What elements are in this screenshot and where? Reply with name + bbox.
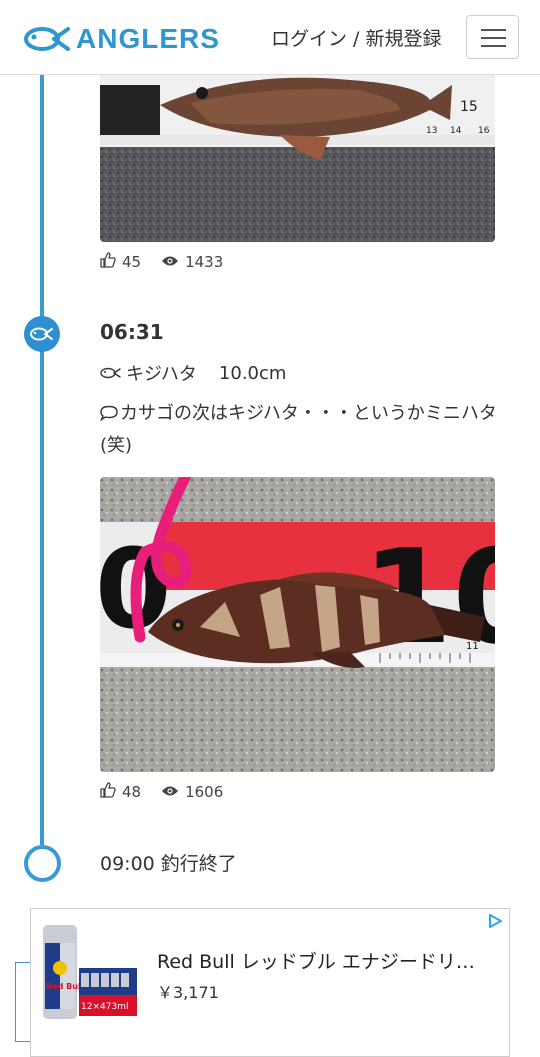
timeline-end-marker [24, 845, 61, 882]
fish-icon [30, 327, 53, 341]
comment-text: カサゴの次はキジハタ・・・というかミニハタ(笑) [100, 403, 497, 456]
ad-choices-icon[interactable] [487, 913, 503, 929]
species-name[interactable]: キジハタ [126, 360, 197, 386]
ad-banner[interactable]: Red Bull 12×473ml Red Bull レッドブル エナジードリン… [30, 908, 510, 1057]
timeline-catch-marker [24, 316, 60, 352]
eye-icon [161, 253, 179, 271]
svg-text:13: 13 [426, 126, 437, 136]
entry-1-stats: 45 1433 [100, 252, 243, 272]
ad-can-brand: Red Bull [46, 982, 84, 991]
catch-photo-2[interactable]: 0 10 11 [100, 477, 495, 772]
view-count: 1433 [185, 253, 224, 271]
logo-text: ANGLERS [76, 23, 220, 54]
hamburger-menu-icon [481, 29, 506, 31]
ad-pack-label: 12×473ml [81, 1002, 128, 1012]
ad-title[interactable]: Red Bull レッドブル エナジードリンク [157, 947, 492, 974]
like-count: 45 [122, 253, 142, 271]
catch-photo-1[interactable]: 15 13 14 16 [100, 75, 495, 242]
hamburger-line [481, 45, 506, 47]
eye-icon [161, 783, 179, 801]
like-count: 48 [122, 783, 142, 801]
entry-2-stats: 48 1606 [100, 782, 243, 802]
trip-end-label: 09:00 釣行終了 [100, 853, 237, 875]
site-logo[interactable]: ANGLERS [24, 22, 220, 56]
view-count: 1606 [185, 783, 224, 801]
ad-price: ￥3,171 [157, 983, 219, 1002]
site-header: ANGLERS ログイン / 新規登録 [0, 0, 540, 75]
catch-time: 06:31 [100, 320, 164, 344]
catch-species-row: キジハタ 10.0cm [100, 360, 286, 386]
thumbs-up-icon[interactable] [100, 252, 116, 272]
svg-text:14: 14 [450, 126, 462, 136]
ad-product-image[interactable]: Red Bull 12×473ml [41, 923, 171, 1023]
speech-bubble-icon [99, 405, 118, 422]
fish-icon [100, 367, 121, 379]
svg-text:11: 11 [466, 641, 479, 652]
login-register-link[interactable]: ログイン / 新規登録 [271, 24, 441, 51]
fish-size: 10.0cm [218, 362, 287, 384]
thumbs-up-icon[interactable] [100, 782, 116, 802]
timeline-line [40, 75, 44, 845]
hamburger-menu-button[interactable] [466, 15, 519, 59]
fish-logo-icon [24, 27, 70, 51]
svg-text:15: 15 [460, 99, 478, 115]
catch-comment: カサゴの次はキジハタ・・・というかミニハタ(笑) [99, 398, 500, 462]
hamburger-line [481, 37, 506, 39]
svg-text:16: 16 [478, 126, 490, 136]
